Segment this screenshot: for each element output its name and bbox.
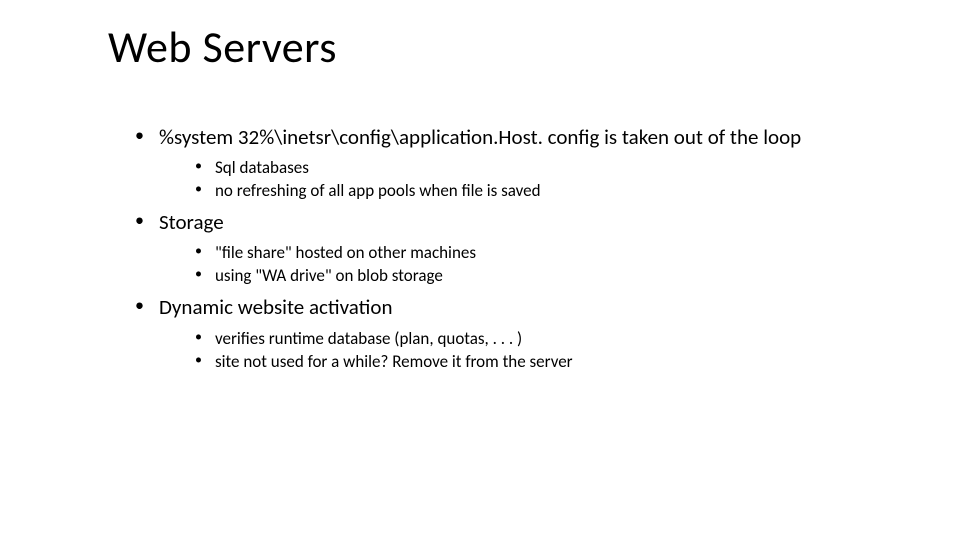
sub-bullet-item: no refreshing of all app pools when file… [187,180,900,203]
bullet-text: %system 32%\inetsr\config\application.Ho… [159,124,801,150]
sub-bullet-item: "file share" hosted on other machines [187,242,900,265]
bullet-text: Dynamic website activation [159,294,392,320]
bullet-item: Storage "file share" hosted on other mac… [125,209,900,288]
sub-bullet-list: "file share" hosted on other machines us… [187,242,900,288]
sub-bullet-text: verifies runtime database (plan, quotas,… [215,328,522,349]
sub-bullet-item: site not used for a while? Remove it fro… [187,351,900,374]
sub-bullet-text: Sql databases [215,157,309,178]
sub-bullet-text: site not used for a while? Remove it fro… [215,351,573,372]
slide-title: Web Servers [108,20,960,74]
sub-bullet-text: "file share" hosted on other machines [215,242,476,263]
sub-bullet-text: using "WA drive" on blob storage [215,265,443,286]
bullet-item: Dynamic website activation verifies runt… [125,294,900,373]
sub-bullet-list: verifies runtime database (plan, quotas,… [187,328,900,374]
sub-bullet-item: Sql databases [187,157,900,180]
sub-bullet-text: no refreshing of all app pools when file… [215,180,541,201]
sub-bullet-item: using "WA drive" on blob storage [187,265,900,288]
bullet-text: Storage [159,209,224,235]
sub-bullet-list: Sql databases no refreshing of all app p… [187,157,900,203]
bullet-item: %system 32%\inetsr\config\application.Ho… [125,124,900,203]
sub-bullet-item: verifies runtime database (plan, quotas,… [187,328,900,351]
bullet-list: %system 32%\inetsr\config\application.Ho… [125,124,900,374]
